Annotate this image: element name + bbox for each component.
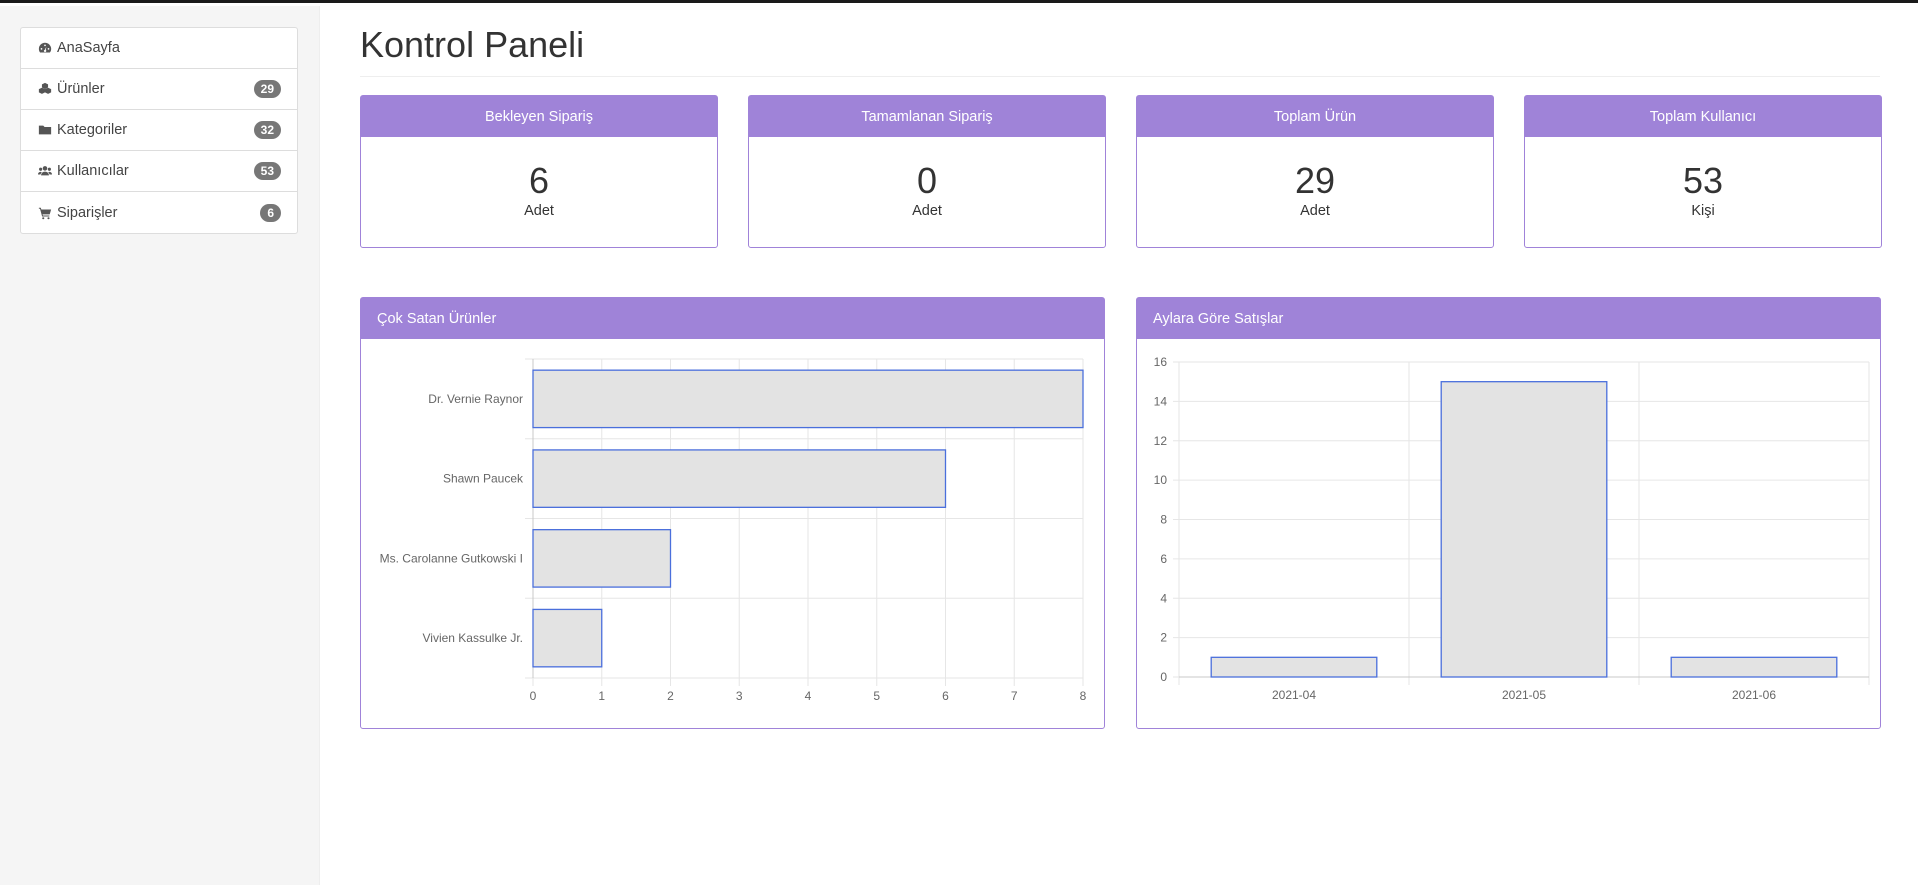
x-tick-label: 4 — [805, 689, 812, 703]
x-tick-label: 7 — [1011, 689, 1018, 703]
stat-card-pending-orders: Bekleyen Sipariş 6 Adet — [360, 95, 718, 248]
bar — [1440, 381, 1608, 678]
card-title: Aylara Göre Satışlar — [1137, 298, 1880, 339]
x-tick-label: 0 — [530, 689, 537, 703]
sidebar-item-label: Kullanıcılar — [57, 163, 129, 179]
x-tick-label: 6 — [942, 689, 949, 703]
stat-value: 29 — [1294, 160, 1336, 201]
page-title: Kontrol Paneli — [360, 24, 1880, 77]
card-title: Toplam Kullanıcı — [1525, 96, 1881, 137]
stat-value: 0 — [916, 160, 938, 201]
stat-unit: Adet — [1300, 203, 1330, 219]
sidebar-nav: AnaSayfa Ürünler 29 Kategoriler 32 Kulla… — [20, 27, 298, 234]
stat-unit: Adet — [524, 203, 554, 219]
monthly-sales-chart: 0 2 4 6 8 10 12 14 16 2021-04 2021-05 2021-06 — [1154, 355, 1870, 702]
sidebar-item-label: Ürünler — [57, 81, 105, 97]
y-tick-label: 4 — [1160, 591, 1167, 605]
stat-card-total-users: Toplam Kullanıcı 53 Kişi — [1524, 95, 1882, 248]
sidebar-item-siparisler[interactable]: Siparişler 6 — [21, 192, 297, 233]
x-tick-label: 8 — [1080, 689, 1087, 703]
sidebar-item-label: Siparişler — [57, 204, 118, 221]
y-tick-label: 0 — [1160, 670, 1167, 684]
x-tick-label: 2021-05 — [1502, 688, 1546, 702]
dashboard-icon — [37, 40, 53, 56]
monthly-sales-chart-card: Aylara Göre Satışlar 0 2 4 6 8 10 12 14 16 2021-0… — [1136, 297, 1881, 729]
sidebar-item-kategoriler[interactable]: Kategoriler 32 — [21, 110, 297, 151]
bar — [532, 608, 603, 668]
card-title: Toplam Ürün — [1137, 96, 1493, 137]
bar — [532, 449, 947, 508]
count-badge: 6 — [260, 203, 281, 222]
sidebar: AnaSayfa Ürünler 29 Kategoriler 32 Kulla… — [0, 6, 320, 885]
y-tick-label: 12 — [1154, 434, 1168, 448]
count-badge: 53 — [253, 162, 281, 180]
count-badge: 29 — [253, 80, 281, 98]
sidebar-item-label: AnaSayfa — [57, 40, 120, 56]
best-sellers-chart-card: Çok Satan Ürünler 0 1 2 3 4 5 6 7 8 Dr. Vernie Ra… — [360, 297, 1105, 729]
sidebar-item-kullanicilar[interactable]: Kullanıcılar 53 — [21, 151, 297, 192]
stat-value: 6 — [528, 160, 550, 201]
y-tick-label: 2 — [1160, 631, 1167, 645]
stat-unit: Adet — [912, 203, 942, 219]
bar — [532, 369, 1084, 429]
card-title: Çok Satan Ürünler — [361, 298, 1104, 339]
x-tick-label: 5 — [873, 689, 880, 703]
card-title: Bekleyen Sipariş — [361, 96, 717, 137]
cart-icon — [37, 205, 53, 221]
y-tick-label: Shawn Paucek — [443, 472, 524, 486]
y-tick-label: 10 — [1154, 473, 1168, 487]
x-tick-label: 3 — [736, 689, 743, 703]
sidebar-item-anasayfa[interactable]: AnaSayfa — [21, 28, 297, 69]
stat-value: 53 — [1682, 160, 1724, 201]
y-tick-label: 16 — [1154, 355, 1168, 369]
y-tick-label: 14 — [1154, 394, 1168, 408]
x-tick-label: 2021-04 — [1272, 688, 1316, 702]
stat-card-total-products: Toplam Ürün 29 Adet — [1136, 95, 1494, 248]
bar — [532, 529, 672, 588]
y-tick-label: 8 — [1160, 513, 1167, 527]
x-tick-label: 1 — [598, 689, 605, 703]
y-tick-label: Dr. Vernie Raynor — [428, 392, 523, 406]
stat-card-completed-orders: Tamamlanan Sipariş 0 Adet — [748, 95, 1106, 248]
y-tick-label: Ms. Carolanne Gutkowski I — [380, 551, 523, 565]
bar — [1210, 656, 1378, 678]
stat-unit: Kişi — [1691, 203, 1715, 219]
x-tick-label: 2021-06 — [1732, 688, 1776, 702]
sidebar-item-urunler[interactable]: Ürünler 29 — [21, 69, 297, 110]
best-sellers-chart: 0 1 2 3 4 5 6 7 8 Dr. Vernie Raynor Shawn Paucek Ms… — [380, 358, 1087, 703]
card-title: Tamamlanan Sipariş — [749, 96, 1105, 137]
y-tick-label: Vivien Kassulke Jr. — [423, 631, 524, 645]
bar — [1670, 656, 1838, 678]
x-tick-label: 2 — [667, 689, 674, 703]
folder-icon — [37, 122, 53, 138]
count-badge: 32 — [253, 121, 281, 139]
y-tick-label: 6 — [1160, 552, 1167, 566]
users-icon — [37, 163, 53, 179]
sidebar-item-label: Kategoriler — [57, 122, 128, 138]
cubes-icon — [37, 81, 53, 97]
